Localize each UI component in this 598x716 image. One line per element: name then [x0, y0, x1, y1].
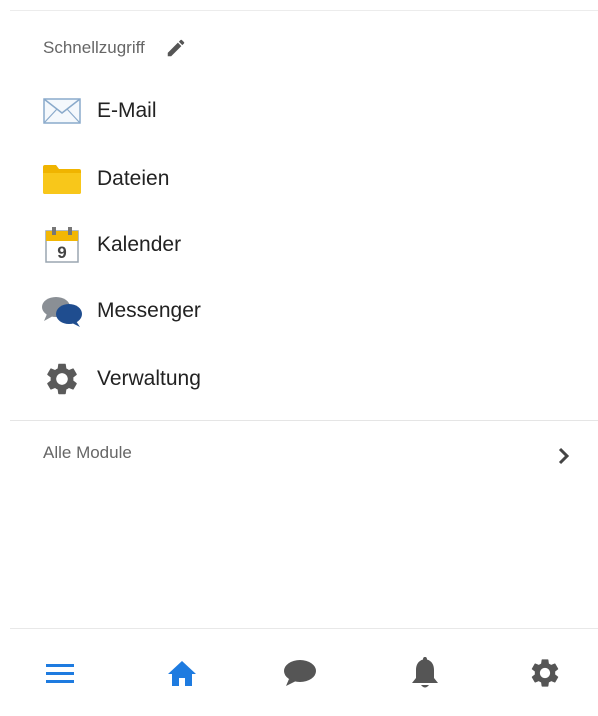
edit-pencil-icon[interactable]	[165, 37, 187, 59]
menu-item-email[interactable]: E-Mail	[41, 91, 157, 131]
quick-access-title: Schnellzugriff	[43, 38, 145, 57]
nav-home-button[interactable]	[160, 655, 204, 695]
nav-settings-button[interactable]	[523, 655, 567, 695]
menu-icon	[44, 661, 76, 690]
all-modules-row[interactable]: Alle Module	[10, 435, 598, 475]
nav-chat-button[interactable]	[278, 655, 322, 695]
nav-menu-button[interactable]	[38, 655, 82, 695]
all-modules-label: Alle Module	[43, 443, 132, 462]
home-icon	[167, 659, 197, 692]
menu-item-administration-label: Verwaltung	[97, 367, 201, 390]
bottom-navigation-bar	[10, 628, 598, 716]
menu-item-calendar-label: Kalender	[97, 233, 182, 256]
section-divider	[10, 420, 598, 421]
settings-icon	[528, 656, 562, 695]
bell-icon	[410, 656, 440, 695]
nav-notifications-button[interactable]	[403, 655, 447, 695]
gear-icon	[41, 359, 83, 399]
chat-icon	[282, 658, 318, 693]
chat-bubbles-icon	[41, 291, 83, 331]
folder-icon	[41, 159, 83, 199]
quick-access-panel: Schnellzugriff E-Mail Dateien 9 Kalender…	[10, 10, 598, 701]
menu-item-messenger-label: Messenger	[97, 299, 201, 322]
envelope-icon	[41, 91, 83, 131]
menu-item-files[interactable]: Dateien	[41, 159, 169, 199]
chevron-right-icon	[556, 445, 572, 467]
menu-item-administration[interactable]: Verwaltung	[41, 359, 201, 399]
menu-item-messenger[interactable]: Messenger	[41, 291, 201, 331]
menu-item-email-label: E-Mail	[97, 99, 157, 122]
menu-item-calendar[interactable]: 9 Kalender	[41, 225, 181, 265]
menu-item-files-label: Dateien	[97, 167, 170, 190]
calendar-icon-day: 9	[57, 243, 66, 262]
quick-access-header: Schnellzugriff	[43, 33, 187, 63]
calendar-icon: 9	[41, 225, 83, 265]
